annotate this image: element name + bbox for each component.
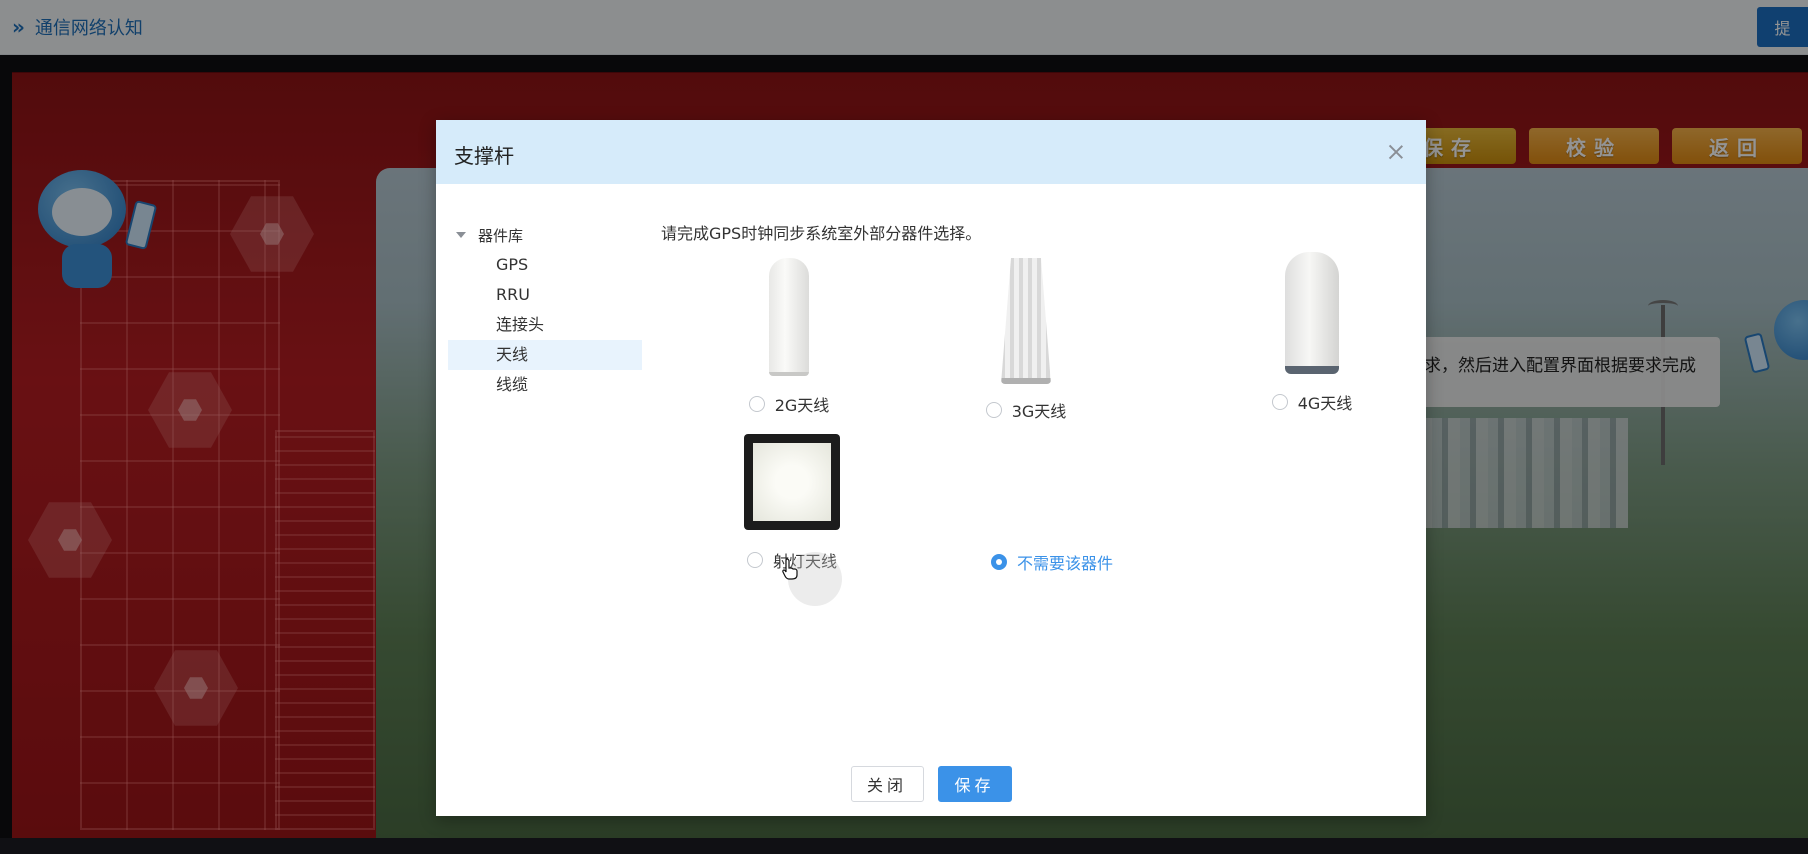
tree-item-gps[interactable]: GPS xyxy=(448,250,642,280)
option-4g-antenna[interactable]: 4G天线 xyxy=(1252,252,1372,414)
tree-item-rru[interactable]: RRU xyxy=(448,280,642,310)
hand-cursor-icon xyxy=(782,558,798,580)
antenna-2g-icon[interactable] xyxy=(769,258,809,376)
tree-item-antenna[interactable]: 天线 xyxy=(448,340,642,370)
bottom-strip xyxy=(0,838,1808,854)
option-label[interactable]: 3G天线 xyxy=(1012,398,1067,422)
close-icon[interactable] xyxy=(1386,142,1406,162)
option-label[interactable]: 不需要该器件 xyxy=(1017,550,1113,574)
selection-prompt: 请完成GPS时钟同步系统室外部分器件选择。 xyxy=(661,224,982,243)
option-3g-antenna[interactable]: 3G天线 xyxy=(966,258,1086,422)
option-2g-antenna[interactable]: 2G天线 xyxy=(729,258,849,416)
option-4g-radio-row[interactable]: 4G天线 xyxy=(1252,390,1372,414)
radio-button[interactable] xyxy=(1271,394,1288,410)
antenna-3g-icon[interactable] xyxy=(1001,258,1051,384)
radio-button-checked[interactable] xyxy=(990,554,1007,570)
caret-down-icon[interactable] xyxy=(456,232,466,238)
radio-button[interactable] xyxy=(985,402,1002,418)
option-3g-radio-row[interactable]: 3G天线 xyxy=(966,398,1086,422)
option-2g-radio-row[interactable]: 2G天线 xyxy=(729,392,849,416)
tree-root-component-library[interactable]: 器件库 xyxy=(448,220,642,250)
tree-item-cable[interactable]: 线缆 xyxy=(448,370,642,400)
save-button[interactable]: 保存 xyxy=(937,766,1012,802)
dialog-footer: 关闭 保存 xyxy=(436,766,1426,802)
radio-button[interactable] xyxy=(748,396,765,412)
radio-button[interactable] xyxy=(746,552,763,568)
component-dialog: 支撑杆 器件库 GPS RRU 连接头 天线 线缆 请完成GPS时钟同步系统室外… xyxy=(436,120,1426,816)
option-spotlight-antenna[interactable]: 射灯天线 xyxy=(722,434,862,572)
antenna-4g-icon[interactable] xyxy=(1285,252,1339,374)
dialog-header: 支撑杆 xyxy=(436,120,1426,184)
option-not-needed[interactable]: 不需要该器件 xyxy=(962,550,1142,574)
panel-antenna-icon[interactable] xyxy=(744,434,840,530)
component-tree: 器件库 GPS RRU 连接头 天线 线缆 xyxy=(448,220,642,400)
dialog-title: 支撑杆 xyxy=(454,144,514,168)
option-label[interactable]: 4G天线 xyxy=(1298,390,1353,414)
tree-item-connector[interactable]: 连接头 xyxy=(448,310,642,340)
option-label[interactable]: 2G天线 xyxy=(775,392,830,416)
close-button[interactable]: 关闭 xyxy=(850,766,924,802)
tree-root-label: 器件库 xyxy=(478,226,524,245)
option-not-needed-radio-row[interactable]: 不需要该器件 xyxy=(962,550,1142,574)
